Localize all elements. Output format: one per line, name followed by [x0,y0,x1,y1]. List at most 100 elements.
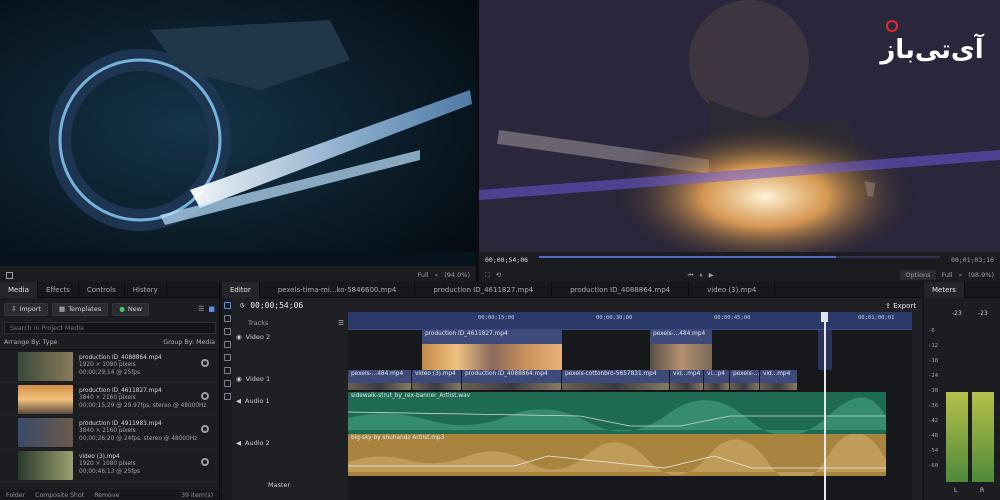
templates-button[interactable]: ▦ Templates [52,302,109,316]
gear-icon[interactable] [201,359,209,367]
media-duration: 00;00;46;13 @ 25fps [79,468,140,475]
media-item[interactable]: production ID_4088864.mp4 1920 × 1080 pi… [0,350,219,383]
zoom-icon[interactable]: ⌕ [435,271,439,280]
gear-icon[interactable] [201,425,209,433]
clip-video1[interactable]: vid...mp4 [670,370,703,390]
gear-icon[interactable] [201,392,209,400]
timeline[interactable]: 00;00;15;00 00;00;30;00 00;00;45;00 00;0… [348,312,912,500]
clip-video1[interactable]: pexels-...484.mp4 [348,370,411,390]
media-item[interactable]: production ID_4611827.mp4 3840 × 2160 pi… [0,383,219,416]
clip-video1[interactable]: pexels-cottonbro-5657831.mp4 [562,370,669,390]
playhead[interactable] [824,312,826,500]
slip-tool-icon[interactable] [223,341,231,348]
play-icon[interactable]: ▶ [709,271,714,279]
select-tool-icon[interactable] [223,302,231,309]
import-button[interactable]: ⇩ Import [4,302,49,316]
clip-video1[interactable]: vi...p4 [704,370,729,390]
tracks-header: Tracks ☰ [248,319,344,327]
list-view-icon[interactable]: ☰ [198,305,204,313]
remove-button[interactable]: Remove [94,492,119,499]
export-button[interactable]: ⇪ Export [885,302,916,310]
tab-controls[interactable]: Controls [79,281,125,298]
media-name: production ID_4611827.mp4 [79,387,162,394]
clip-video1[interactable]: vid...mp4 [760,370,797,390]
editor-timecode[interactable]: 00;00;54;06 [250,301,303,310]
roll-tool-icon[interactable] [223,380,231,387]
eye-icon[interactable]: ◉ [236,333,242,341]
media-list: production ID_4088864.mp4 1920 × 1080 pi… [0,350,219,482]
tab-editor[interactable]: Editor [222,281,260,298]
clip-video1[interactable]: video (3).mp4 [412,370,461,390]
eye-icon[interactable]: ◉ [236,375,242,383]
hand-tool-icon[interactable] [223,315,231,322]
media-thumbnail[interactable] [18,384,73,414]
plus-icon: ● [119,305,125,313]
speaker-icon[interactable]: ◀ [236,397,241,405]
full-dropdown[interactable]: Full [418,271,429,279]
right-viewer-controls: ⛶ ⟲ ⏮ ⏸ ▶ Options Full ⌕ (98.9%) [479,268,1000,282]
meter-scale-label: -18 [928,358,939,364]
options-button[interactable]: Options [900,270,936,280]
tab-history[interactable]: History [125,281,167,298]
meter-scale-label: -60 [928,463,939,469]
meters-title[interactable]: Meters [924,281,965,298]
meter-scale-label: -42 [928,418,939,424]
tracks-menu-icon[interactable]: ☰ [338,319,344,327]
meter-scale-label: -12 [928,343,939,349]
zoom-value[interactable]: (94.0%) [444,271,470,279]
new-button[interactable]: ● New [112,302,150,316]
media-name: video (3).mp4 [79,453,120,460]
media-dimensions: 1920 × 1080 pixels [79,461,136,468]
editor-timecode-row: ◷ 00;00;54;06 [222,298,348,312]
svg-text:آی‌تی‌باز: آی‌تی‌باز [878,33,984,65]
media-search-input[interactable]: Search in Project Media [4,322,216,334]
slide-tool-icon[interactable] [223,354,231,361]
import-icon: ⇩ [11,305,17,313]
full-dropdown-right[interactable]: Full [942,271,953,279]
media-thumbnail[interactable] [18,351,73,381]
composite-shot-button[interactable]: Composite Shot [35,492,84,499]
meter-scale-label: -36 [928,403,939,409]
tab-clip-3[interactable]: production ID_4088864.mp4 [552,281,690,298]
tab-effects[interactable]: Effects [38,281,79,298]
media-item[interactable]: video (3).mp4 1920 × 1080 pixels 00;00;4… [0,449,219,482]
zoom-icon-right[interactable]: ⌕ [959,271,963,280]
media-thumbnail[interactable] [18,450,73,480]
viewer-divider[interactable] [476,0,479,282]
clip-video2-1[interactable]: production ID_4611827.mp4 [422,330,562,370]
group-dropdown[interactable]: Group By: Media [163,339,215,346]
razor-tool-icon[interactable] [223,328,231,335]
clip-video1[interactable]: production ID_4088864.mp4 [462,370,561,390]
gear-icon[interactable] [201,458,209,466]
ripple-tool-icon[interactable] [223,367,231,374]
clip-video2-2[interactable]: pexels-...484.mp4 [650,330,712,370]
track-video-1: ◉ Video 1 [236,375,271,383]
step-back-icon[interactable]: ⏮ [688,271,694,280]
left-viewer [0,0,476,268]
playhead-handle[interactable] [821,312,828,322]
pause-icon[interactable]: ⏸ [700,271,703,280]
tab-clip-2[interactable]: production ID_4611827.mp4 [415,281,553,298]
arrange-dropdown[interactable]: Arrange By: Type [4,339,57,346]
grid-view-icon[interactable]: ■ [208,305,215,313]
media-thumbnail[interactable] [18,417,73,447]
loop-icon[interactable]: ⟲ [496,271,501,279]
zoom-value-right[interactable]: (98.9%) [968,271,994,279]
media-item[interactable]: production ID_4911983.mp4 3840 × 2160 pi… [0,416,219,449]
clip-audio1[interactable]: sidewalk-strut_by_rex-banner_Artlist.wav [348,392,886,434]
speaker-icon[interactable]: ◀ [236,439,241,447]
rate-tool-icon[interactable] [223,393,231,400]
tab-media[interactable]: Media [0,281,39,298]
tab-clip-4[interactable]: video (3).mp4 [689,281,776,298]
folder-button[interactable]: Folder [6,492,25,499]
tab-clip-1[interactable]: pexels-tima-mi...ko-5846600.mp4 [260,281,416,298]
frame-icon[interactable] [6,271,13,279]
media-dimensions: 1920 × 1080 pixels [79,362,136,369]
meter-peak-r: -23 [978,310,988,317]
audio1-waveform [348,397,886,434]
clip-video1[interactable]: pexels-...27.mp4 [730,370,759,390]
crop-icon[interactable]: ⛶ [485,271,490,280]
clip-audio2[interactable]: big-sky by shuhandz Artlist.mp3 [348,434,886,476]
templates-icon: ▦ [59,305,66,313]
track-audio-1: ◀ Audio 1 [236,397,270,405]
